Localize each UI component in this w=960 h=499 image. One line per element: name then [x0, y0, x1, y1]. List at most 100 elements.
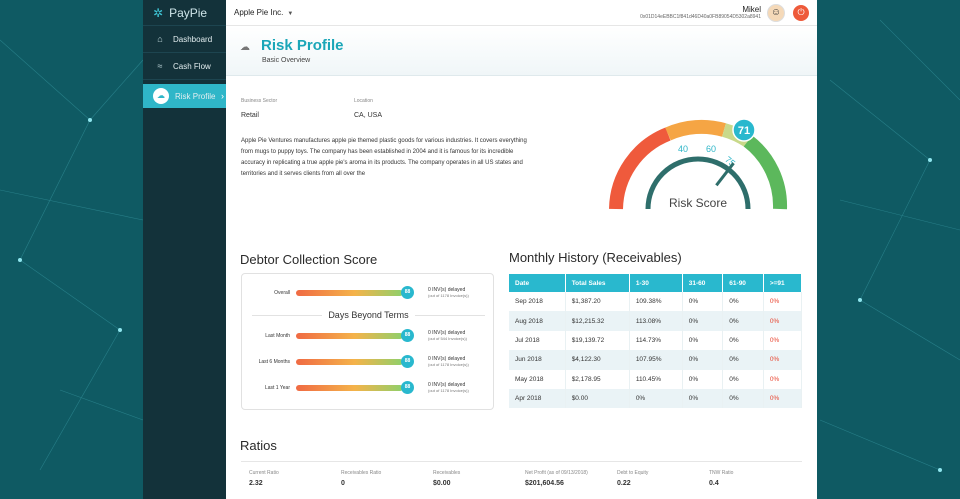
table-cell: 0% [722, 311, 764, 331]
app-logo[interactable]: ✲ PayPie [143, 0, 226, 26]
gauge-label: Risk Score [669, 196, 727, 210]
ratios-title: Ratios [240, 438, 277, 453]
score-badge: 88 [401, 329, 414, 342]
table-cell: 0% [763, 330, 803, 351]
table-cell: May 2018 [509, 369, 566, 389]
sidebar-item-label: Risk Profile [175, 91, 216, 101]
gauge-tick-label: 40 [678, 144, 688, 154]
table-cell: 0% [722, 369, 764, 389]
avatar[interactable]: ☺ [767, 3, 785, 22]
table-cell: 107.95% [629, 350, 683, 370]
debtor-row-label: Last 1 Year [264, 385, 290, 391]
table-cell: 0% [682, 292, 724, 312]
table-cell: 113.08% [629, 311, 683, 331]
monthly-history-table: Date Total Sales 1-30 31-60 61-90 >=91 S… [509, 274, 803, 409]
score-bar [296, 333, 403, 339]
risk-score-gauge: 40 60 75 71 Risk Score [609, 118, 788, 210]
top-bar: Apple Pie Inc. ▼ Mikel 0x01D14eEBBC1f841d… [226, 0, 817, 26]
table-cell: 0% [763, 292, 803, 312]
sidebar-item-label: Cash Flow [173, 61, 211, 71]
gauge-segment-high [609, 127, 671, 210]
table-cell: 0% [682, 388, 724, 409]
score-badge: 88 [401, 355, 414, 368]
sidebar-item-risk-profile[interactable]: ☁ Risk Profile › [143, 84, 232, 108]
power-icon[interactable]: ⏻ [793, 4, 809, 21]
table-cell: 0% [722, 292, 764, 312]
table-cell: 0% [722, 350, 764, 370]
column-header[interactable]: 61-90 [722, 274, 764, 292]
sidebar: ✲ PayPie ⌂ Dashboard ≈ Cash Flow ☁ Risk … [143, 0, 232, 499]
paypie-logo-icon: ✲ [153, 5, 164, 20]
table-cell: Jun 2018 [509, 350, 566, 370]
ratio-label: Receivables [433, 470, 461, 476]
user-name: Mikel [742, 5, 761, 14]
main-content: Apple Pie Inc. ▼ Mikel 0x01D14eEBBC1f841d… [226, 0, 817, 499]
table-cell: $12,215.32 [565, 311, 630, 331]
table-cell: $0.00 [565, 388, 630, 409]
debtor-collection-title: Debtor Collection Score [240, 252, 378, 267]
cloud-icon: ☁ [240, 42, 250, 53]
user-info: Mikel 0x01D14eEBBC1f841d46D40a0FB89054D5… [640, 5, 761, 20]
table-cell: $19,139.72 [565, 330, 630, 351]
page-subtitle: Basic Overview [262, 57, 311, 64]
invoice-total: (out of 1178 Invoice(s)) [428, 362, 469, 367]
debtor-collection-card: Overall 88 0 INV(s) delayed (out of 1178… [241, 273, 494, 410]
location-value: CA, USA [354, 112, 383, 119]
table-cell: 114.73% [629, 330, 683, 351]
column-header[interactable]: >=91 [763, 274, 803, 292]
debtor-row-label: Last 6 Months [258, 359, 290, 365]
cash-flow-icon: ≈ [157, 61, 163, 71]
debtor-row-overall: Overall 88 0 INV(s) delayed (out of 1178… [242, 286, 495, 301]
table-cell: Aug 2018 [509, 311, 566, 331]
ratio-value: 2.32 [249, 480, 263, 487]
monthly-history-title: Monthly History (Receivables) [509, 250, 682, 265]
ratio-label: Net Profit (as of 09/13/2018) [525, 470, 588, 476]
score-bar [296, 359, 403, 365]
ratio-label: TNW Ratio [709, 470, 734, 476]
wallet-address: 0x01D14eEBBC1f841d46D40a0FB89054D5302a89… [640, 14, 761, 20]
sidebar-item-cash-flow[interactable]: ≈ Cash Flow [143, 53, 226, 80]
table-cell: 0% [763, 369, 803, 389]
ratio-value: 0.22 [617, 480, 631, 487]
table-cell: $4,122.30 [565, 350, 630, 370]
ratio-value: 0 [341, 480, 345, 487]
gauge-segment-safe [743, 135, 788, 210]
invoice-total: (out of 1178 Invoice(s)) [428, 388, 469, 393]
table-row: Apr 2018 $0.00 0% 0% 0% 0% [509, 388, 803, 409]
table-header-row: Date Total Sales 1-30 31-60 61-90 >=91 [509, 274, 803, 292]
table-cell: 0% [682, 350, 724, 370]
column-header[interactable]: Date [509, 274, 566, 292]
score-badge: 88 [401, 286, 414, 299]
table-cell: Jul 2018 [509, 330, 566, 351]
table-cell: 0% [682, 369, 724, 389]
gauge-score-value: 71 [738, 125, 750, 137]
column-header[interactable]: Total Sales [565, 274, 630, 292]
debtor-row-last-6-months: Last 6 Months 88 0 INV(s) delayed (out o… [242, 355, 495, 370]
table-cell: Apr 2018 [509, 388, 566, 409]
app-logo-text: PayPie [169, 5, 208, 20]
chevron-right-icon: › [221, 91, 224, 101]
company-name: Apple Pie Inc. [234, 8, 284, 17]
company-selector[interactable]: Apple Pie Inc. ▼ [234, 8, 293, 17]
location-label: Location [354, 98, 373, 104]
gauge-segment-medium [665, 119, 726, 141]
column-header[interactable]: 31-60 [682, 274, 724, 292]
table-cell: 0% [682, 311, 724, 331]
score-bar [296, 290, 403, 296]
debtor-row-last-month: Last Month 88 0 INV(s) delayed (out of 5… [242, 329, 495, 344]
sector-value: Retail [241, 112, 259, 119]
table-cell: 0% [763, 350, 803, 370]
debtor-row-last-1-year: Last 1 Year 88 0 INV(s) delayed (out of … [242, 381, 495, 396]
table-cell: Sep 2018 [509, 292, 566, 312]
ratio-value: $201,604.56 [525, 480, 564, 487]
ratio-label: Debt to Equity [617, 470, 649, 476]
sidebar-item-dashboard[interactable]: ⌂ Dashboard [143, 26, 226, 53]
page-header: ☁ Risk Profile Basic Overview [226, 26, 817, 76]
table-cell: $2,178.95 [565, 369, 630, 389]
table-row: Jun 2018 $4,122.30 107.95% 0% 0% 0% [509, 350, 803, 370]
page-title: Risk Profile [261, 37, 344, 54]
table-cell: 0% [763, 311, 803, 331]
column-header[interactable]: 1-30 [629, 274, 683, 292]
table-cell: 110.45% [629, 369, 683, 389]
table-cell: 0% [722, 330, 764, 351]
